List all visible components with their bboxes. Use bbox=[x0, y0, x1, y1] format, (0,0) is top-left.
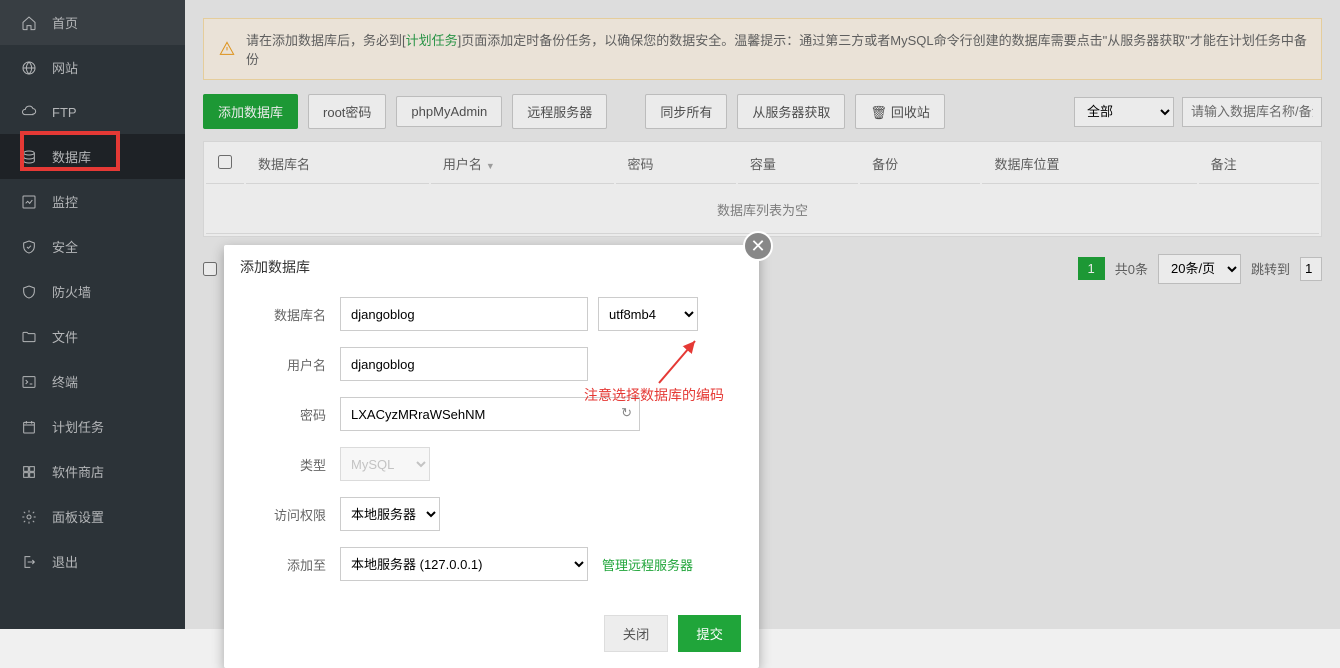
wall-icon bbox=[20, 283, 38, 301]
sidebar-item-label: 网站 bbox=[52, 58, 78, 77]
sidebar-item-label: 监控 bbox=[52, 192, 78, 211]
add-database-modal: ✕ 添加数据库 数据库名 utf8mb4 用户名 密码 ↻ 类型 MySQL 访… bbox=[224, 245, 759, 668]
folder-icon bbox=[20, 328, 38, 346]
manage-remote-link[interactable]: 管理远程服务器 bbox=[602, 555, 693, 574]
refresh-password-icon[interactable]: ↻ bbox=[621, 405, 632, 421]
sidebar-item-home[interactable]: 首页 bbox=[0, 0, 185, 45]
sidebar-item-label: 文件 bbox=[52, 327, 78, 346]
sidebar-item-label: 数据库 bbox=[52, 147, 91, 166]
access-label: 访问权限 bbox=[254, 505, 340, 524]
terminal-icon bbox=[20, 373, 38, 391]
sidebar-item-label: 首页 bbox=[52, 13, 78, 32]
annotation-text: 注意选择数据库的编码 bbox=[584, 385, 724, 405]
modal-title: 添加数据库 bbox=[224, 245, 759, 289]
sidebar-item-terminal[interactable]: 终端 bbox=[0, 359, 185, 404]
sidebar-item-cron[interactable]: 计划任务 bbox=[0, 404, 185, 449]
cloud-icon bbox=[20, 103, 38, 121]
dbname-label: 数据库名 bbox=[254, 305, 340, 324]
password-label: 密码 bbox=[254, 405, 340, 424]
database-icon bbox=[20, 148, 38, 166]
charset-select[interactable]: utf8mb4 bbox=[598, 297, 698, 331]
logout-icon bbox=[20, 553, 38, 571]
sidebar-item-site[interactable]: 网站 bbox=[0, 45, 185, 90]
sidebar-item-ftp[interactable]: FTP bbox=[0, 90, 185, 134]
type-select[interactable]: MySQL bbox=[340, 447, 430, 481]
sidebar-item-firewall[interactable]: 防火墙 bbox=[0, 269, 185, 314]
sidebar-item-label: 防火墙 bbox=[52, 282, 91, 301]
sidebar-item-label: 安全 bbox=[52, 237, 78, 256]
sidebar-item-label: 计划任务 bbox=[52, 417, 104, 436]
modal-close-button[interactable]: ✕ bbox=[743, 231, 773, 261]
sidebar-item-label: 退出 bbox=[52, 552, 78, 571]
username-input[interactable] bbox=[340, 347, 588, 381]
sidebar-item-files[interactable]: 文件 bbox=[0, 314, 185, 359]
sidebar-item-label: 终端 bbox=[52, 372, 78, 391]
submit-button[interactable]: 提交 bbox=[678, 615, 741, 652]
sidebar-item-security[interactable]: 安全 bbox=[0, 224, 185, 269]
sidebar-item-label: 软件商店 bbox=[52, 462, 104, 481]
access-select[interactable]: 本地服务器 bbox=[340, 497, 440, 531]
shield-icon bbox=[20, 238, 38, 256]
sidebar: 首页 网站 FTP 数据库 监控 安全 防火墙 文件 终端 计划任务 软件商店 … bbox=[0, 0, 185, 629]
cancel-button[interactable]: 关闭 bbox=[604, 615, 669, 652]
sidebar-item-logout[interactable]: 退出 bbox=[0, 539, 185, 584]
addto-label: 添加至 bbox=[254, 555, 340, 574]
sidebar-item-label: 面板设置 bbox=[52, 507, 104, 526]
gear-icon bbox=[20, 508, 38, 526]
addto-select[interactable]: 本地服务器 (127.0.0.1) bbox=[340, 547, 588, 581]
sidebar-item-store[interactable]: 软件商店 bbox=[0, 449, 185, 494]
calendar-icon bbox=[20, 418, 38, 436]
sidebar-item-label: FTP bbox=[52, 105, 77, 120]
chart-icon bbox=[20, 193, 38, 211]
dbname-input[interactable] bbox=[340, 297, 588, 331]
grid-icon bbox=[20, 463, 38, 481]
globe-icon bbox=[20, 59, 38, 77]
sidebar-item-monitor[interactable]: 监控 bbox=[0, 179, 185, 224]
sidebar-item-settings[interactable]: 面板设置 bbox=[0, 494, 185, 539]
sidebar-item-database[interactable]: 数据库 bbox=[0, 134, 185, 179]
type-label: 类型 bbox=[254, 455, 340, 474]
username-label: 用户名 bbox=[254, 355, 340, 374]
home-icon bbox=[20, 14, 38, 32]
